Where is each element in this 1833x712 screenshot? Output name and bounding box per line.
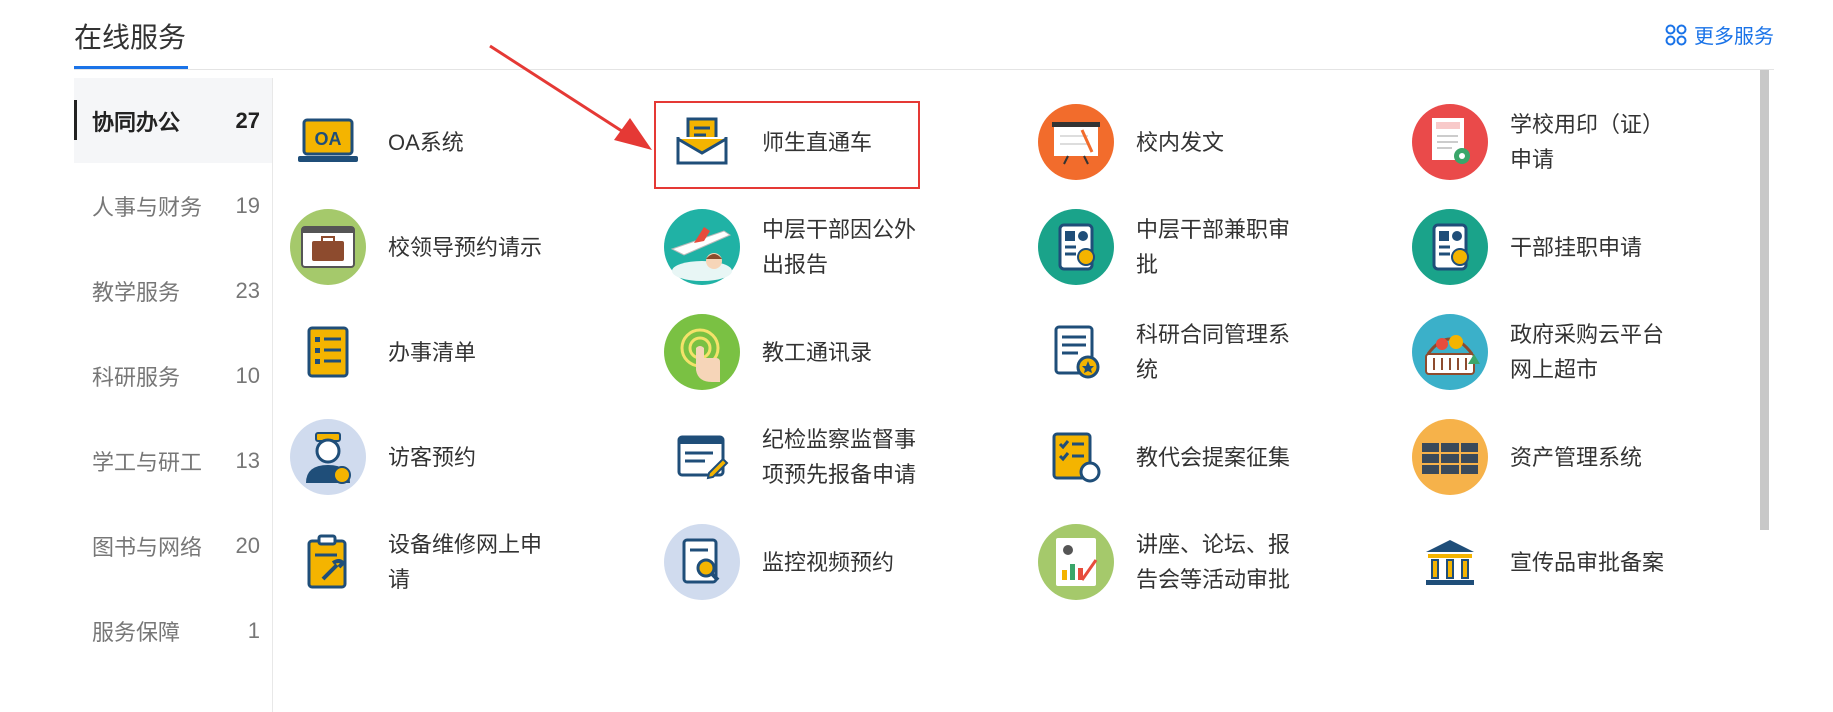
scrollbar-thumb[interactable] (1760, 70, 1769, 530)
annotation-arrow (489, 44, 652, 150)
